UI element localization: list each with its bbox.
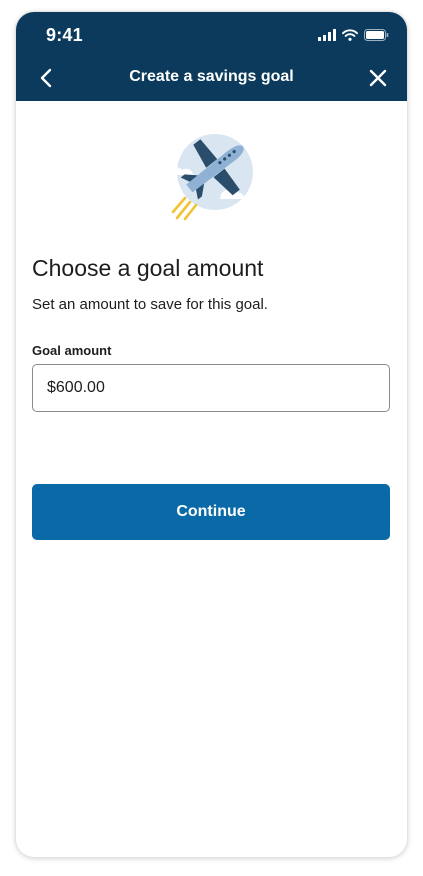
goal-amount-label: Goal amount [32,343,112,358]
close-icon [369,69,387,87]
status-time: 9:41 [46,25,83,45]
page-heading: Choose a goal amount [32,255,264,281]
goal-amount-input[interactable] [32,364,390,412]
chevron-left-icon [40,68,52,88]
continue-button[interactable]: Continue [32,484,390,540]
wifi-icon [342,29,358,41]
signal-icon [318,29,336,41]
instruction-text: Set an amount to save for this goal. [32,296,268,313]
close-button[interactable] [365,65,391,91]
back-button[interactable] [34,65,58,91]
airplane-illustration [167,134,253,221]
app-header: 9:41 Create a savings goal [16,12,407,101]
page-title: Create a savings goal [129,68,294,85]
phone-screen: 9:41 Create a savings goal Choose a goal… [16,12,407,857]
status-icons [318,27,389,43]
battery-icon [364,29,389,41]
